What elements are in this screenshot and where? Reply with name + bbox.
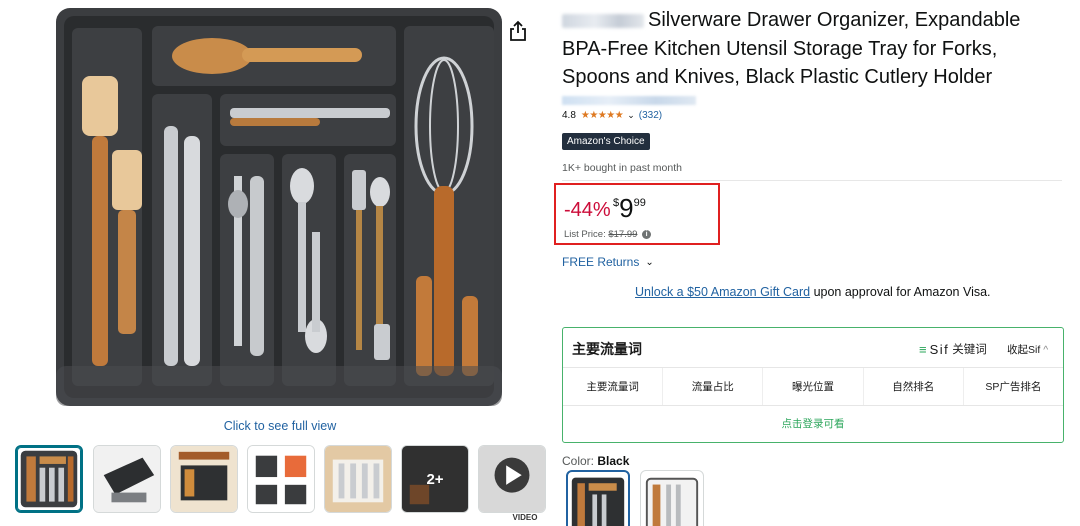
keyword-plugin-panel: 主要流量词 ≡ Sif 关键词 收起Sif ^ 主要流量词 流量占比 曝光位置 … [562,327,1064,443]
brand-name-redacted [562,13,644,28]
price-whole: 9 [619,193,634,223]
list-price-value: $17.99 [608,229,638,240]
login-to-view-link[interactable]: 点击登录可看 [563,406,1063,442]
keyword-table-header: 主要流量词 流量占比 曝光位置 自然排名 SP广告排名 [563,368,1063,406]
collapse-sif-button[interactable]: 收起Sif ^ [1007,342,1048,357]
current-price: $999 [613,195,646,222]
swatch-image [645,477,699,526]
chevron-down-icon: ⌄ [645,256,654,268]
price-highlight-box: -44% $999 List Price: $17.99 i [554,183,720,245]
swatch-image [571,477,625,526]
color-swatch-black[interactable] [566,470,630,526]
divider [562,180,1062,181]
thumbnail-video[interactable] [478,445,546,513]
thumbnail-3[interactable] [170,445,238,513]
thumbnail-image [94,446,160,512]
gift-card-link[interactable]: Unlock a $50 Amazon Gift Card [635,285,810,299]
free-returns-label: FREE Returns [562,255,640,269]
product-title: Silverware Drawer Organizer, Expandable … [562,6,1062,92]
sif-keyword-button[interactable]: ≡ Sif 关键词 [919,341,987,357]
promo-text: upon approval for Amazon Visa. [810,285,991,299]
amazons-choice-badge[interactable]: Amazon's Choice [562,133,650,150]
thumbnail-2[interactable] [93,445,161,513]
share-icon[interactable] [508,20,528,42]
organizer-tray-image [56,8,502,406]
collapse-label: 收起Sif [1007,344,1041,356]
thumbnail-5[interactable] [324,445,392,513]
thumbnail-image [248,446,314,512]
column-header: 主要流量词 [563,368,664,405]
color-label: Color: [562,454,595,468]
thumbnail-more[interactable]: 2+ [401,445,469,513]
rating-row: 4.8 ★★★★★ ⌄ (332) [562,110,662,121]
thumbnail-image [20,450,78,508]
discount-percent: -44% [564,199,611,221]
keyword-panel-header: 主要流量词 ≡ Sif 关键词 收起Sif ^ [563,328,1063,368]
thumbnail-image [479,446,545,512]
keyword-panel-title: 主要流量词 [572,341,642,357]
chevron-up-icon: ^ [1043,344,1049,356]
column-header: 自然排名 [864,368,964,405]
store-link-redacted[interactable] [562,96,696,105]
color-selector-label: Color: Black [562,454,629,468]
price-fraction: 99 [633,197,646,209]
more-images-count: 2+ [402,446,468,512]
color-swatch-alt[interactable] [640,470,704,526]
chevron-down-icon[interactable]: ⌄ [627,110,635,121]
list-price-label: List Price: [564,229,606,240]
rating-value: 4.8 [562,110,576,121]
list-price: List Price: $17.99 i [564,229,652,240]
sif-label: Sif [929,341,950,357]
column-header: SP广告排名 [985,381,1042,393]
gift-card-promo: Unlock a $50 Amazon Gift Card upon appro… [635,285,991,299]
column-header: 曝光位置 [763,368,864,405]
menu-icon: ≡ [919,341,927,357]
star-rating-icon[interactable]: ★★★★★ [581,110,624,121]
review-count-link[interactable]: (332) [639,110,662,121]
info-icon[interactable]: i [642,229,652,239]
sif-suffix: 关键词 [952,344,987,356]
free-returns-link[interactable]: FREE Returns ⌄ [562,255,656,269]
selected-color: Black [597,454,630,468]
thumbnail-1[interactable] [15,445,83,513]
main-product-image[interactable] [52,6,508,410]
full-view-link[interactable]: Click to see full view [200,419,360,433]
column-header: 流量占比 [663,368,764,405]
thumbnail-4[interactable] [247,445,315,513]
price-symbol: $ [613,197,620,209]
video-label: VIDEO [512,513,538,522]
bought-count: 1K+ bought in past month [562,162,682,174]
thumbnail-image [171,446,237,512]
thumbnail-image [325,446,391,512]
